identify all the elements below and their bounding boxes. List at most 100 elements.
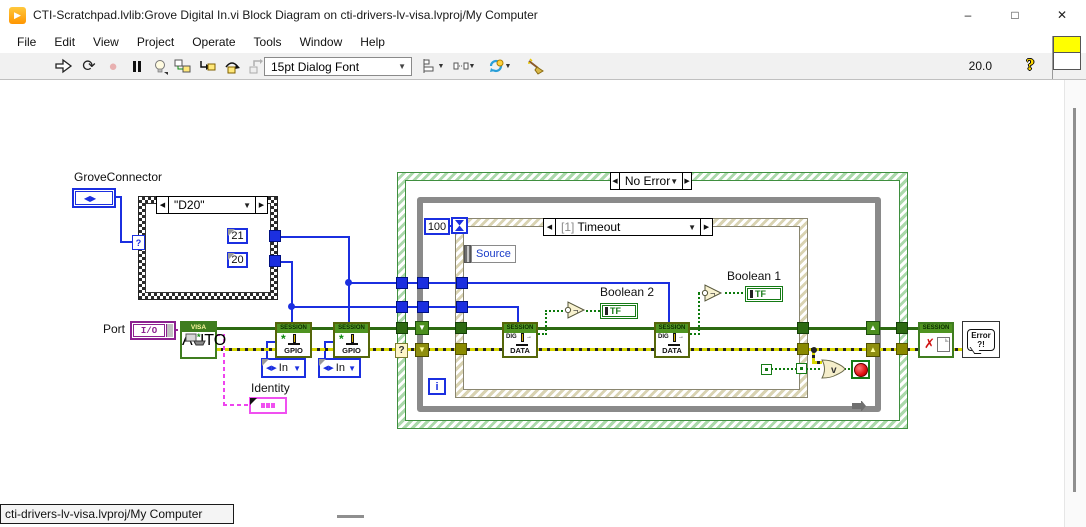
not-gate-1[interactable]: ¬ xyxy=(564,301,588,324)
chevron-down-icon[interactable]: ▼ xyxy=(688,223,696,232)
tunnel[interactable] xyxy=(455,343,467,355)
menu-tools[interactable]: Tools xyxy=(245,33,291,51)
timeout-constant-100[interactable]: 100 xyxy=(424,218,450,235)
case-selector-terminal[interactable]: ? xyxy=(132,235,145,250)
chevron-down-icon[interactable]: ▼ xyxy=(243,201,251,210)
visa-open-node[interactable]: VISA * AUTO xyxy=(180,321,226,359)
grove-connector-control[interactable]: ◀▶ xyxy=(72,188,116,208)
run-continuously-button[interactable]: ⟳ xyxy=(78,56,100,76)
tunnel[interactable] xyxy=(396,277,408,289)
or-gate[interactable]: v xyxy=(820,358,847,385)
menu-window[interactable]: Window xyxy=(291,33,352,51)
chevron-down-icon: ▼ xyxy=(437,62,445,70)
stop-button-terminal[interactable] xyxy=(851,360,870,379)
reorder-button[interactable]: ▼ xyxy=(483,56,515,76)
tunnel[interactable] xyxy=(456,301,468,313)
tunnel[interactable] xyxy=(896,322,908,334)
shift-register-right[interactable]: ▲ xyxy=(866,343,880,357)
event-data-source[interactable]: Source xyxy=(471,245,516,263)
shift-register-right[interactable]: ▲ xyxy=(866,321,880,335)
previous-case-icon[interactable]: ◀ xyxy=(611,173,620,189)
distribute-objects-button[interactable]: ▼ xyxy=(450,56,478,76)
context-help-button[interactable]: ? xyxy=(1026,55,1035,75)
arrow-up-icon: ▲ xyxy=(869,323,877,332)
tunnel[interactable] xyxy=(797,322,809,334)
tunnel[interactable] xyxy=(417,301,429,313)
tunnel[interactable] xyxy=(417,277,429,289)
simple-error-handler-node[interactable]: Error ?! xyxy=(962,321,1000,358)
tunnel[interactable] xyxy=(396,301,408,313)
next-case-icon[interactable]: ▶ xyxy=(682,173,691,189)
session-close-node[interactable]: SESSION ✗ xyxy=(918,322,954,358)
not-gate-2[interactable]: ¬ xyxy=(701,284,725,307)
font-selector[interactable]: 15pt Dialog Font ▼ xyxy=(264,57,412,76)
event-timeout-terminal[interactable] xyxy=(451,217,468,234)
svg-text:*: * xyxy=(197,333,201,342)
next-case-icon[interactable]: ▶ xyxy=(700,219,712,235)
chevron-down-icon[interactable]: ▼ xyxy=(670,177,678,186)
tunnel[interactable] xyxy=(455,322,467,334)
step-into-button[interactable] xyxy=(196,56,218,76)
dig-data-node-2[interactable]: SESSION DIG → DATA xyxy=(654,322,690,358)
enum-constant-in-1[interactable]: ◀▶ In ▼ xyxy=(261,358,306,378)
clean-up-diagram-button[interactable] xyxy=(523,56,549,76)
numeric-constant-20[interactable]: 20 xyxy=(227,252,248,268)
stop-icon xyxy=(853,362,868,377)
step-out-button[interactable] xyxy=(244,56,266,76)
next-case-icon[interactable]: ▶ xyxy=(255,197,267,213)
loop-iteration-terminal[interactable]: i xyxy=(428,378,446,395)
run-button[interactable] xyxy=(53,56,75,76)
event-selector-timeout[interactable]: ◀ [1] Timeout ▼ ▶ xyxy=(543,218,713,236)
event-data-handle[interactable] xyxy=(464,245,471,263)
error-case-selector-terminal[interactable]: ? xyxy=(395,343,408,358)
gpio-property-node-1[interactable]: SESSION * GPIO xyxy=(275,322,312,358)
execution-target-tab[interactable]: cti-drivers-lv-visa.lvproj/My Computer xyxy=(0,504,234,524)
gpio-property-node-2[interactable]: SESSION * GPIO xyxy=(333,322,370,358)
pause-bar-icon xyxy=(133,60,136,72)
previous-case-icon[interactable]: ◀ xyxy=(544,219,556,235)
property-glyph xyxy=(351,334,354,343)
menu-project[interactable]: Project xyxy=(128,33,183,51)
tunnel[interactable] xyxy=(269,230,281,242)
boolean-source-terminal[interactable] xyxy=(761,364,772,375)
dig-data-node-1[interactable]: SESSION DIG → DATA xyxy=(502,322,538,358)
menu-edit[interactable]: Edit xyxy=(45,33,84,51)
menu-file[interactable]: File xyxy=(8,33,45,51)
case-selector-d20[interactable]: ◀ "D20" ▼ ▶ xyxy=(156,196,268,214)
pause-button[interactable] xyxy=(126,56,148,76)
event-data-node[interactable]: Source xyxy=(464,245,516,263)
vi-icon-pane[interactable] xyxy=(1053,36,1081,70)
chevron-down-icon[interactable]: ▼ xyxy=(348,364,356,373)
tunnel[interactable] xyxy=(269,255,281,267)
align-objects-button[interactable]: ▼ xyxy=(419,56,447,76)
tunnel[interactable] xyxy=(896,343,908,355)
tunnel[interactable] xyxy=(456,277,468,289)
vertical-scrollbar-thumb[interactable] xyxy=(1073,108,1076,492)
menu-operate[interactable]: Operate xyxy=(183,33,244,51)
retain-wire-values-button[interactable] xyxy=(172,56,194,76)
tunnel[interactable] xyxy=(797,343,809,355)
horizontal-scrollbar-thumb[interactable] xyxy=(337,515,364,518)
maximize-button[interactable]: □ xyxy=(992,0,1038,30)
close-button[interactable]: ✕ xyxy=(1039,0,1085,30)
shift-register-left[interactable]: ▼ xyxy=(415,343,429,357)
previous-case-icon[interactable]: ◀ xyxy=(157,197,169,213)
chevron-down-icon[interactable]: ▼ xyxy=(293,364,301,373)
abort-button[interactable]: ● xyxy=(102,56,124,76)
enum-constant-in-2[interactable]: ◀▶ In ▼ xyxy=(318,358,361,378)
shift-register-left[interactable]: ▼ xyxy=(415,321,429,335)
minimize-button[interactable]: – xyxy=(945,0,991,30)
menu-view[interactable]: View xyxy=(84,33,128,51)
case-selector-no-error[interactable]: ◀ No Error ▼ ▶ xyxy=(610,172,692,190)
identity-indicator[interactable] xyxy=(249,397,287,414)
tunnel[interactable] xyxy=(396,322,408,334)
tunnel[interactable] xyxy=(796,363,807,374)
event-index: [1] xyxy=(561,220,575,234)
step-over-button[interactable] xyxy=(221,56,243,76)
boolean-2-indicator[interactable]: TF xyxy=(600,303,638,319)
highlight-execution-button[interactable] xyxy=(149,56,171,76)
boolean-1-indicator[interactable]: TF xyxy=(745,286,783,302)
numeric-constant-21[interactable]: 21 xyxy=(227,228,248,244)
port-control[interactable]: I/O xyxy=(130,321,176,340)
menu-help[interactable]: Help xyxy=(351,33,394,51)
